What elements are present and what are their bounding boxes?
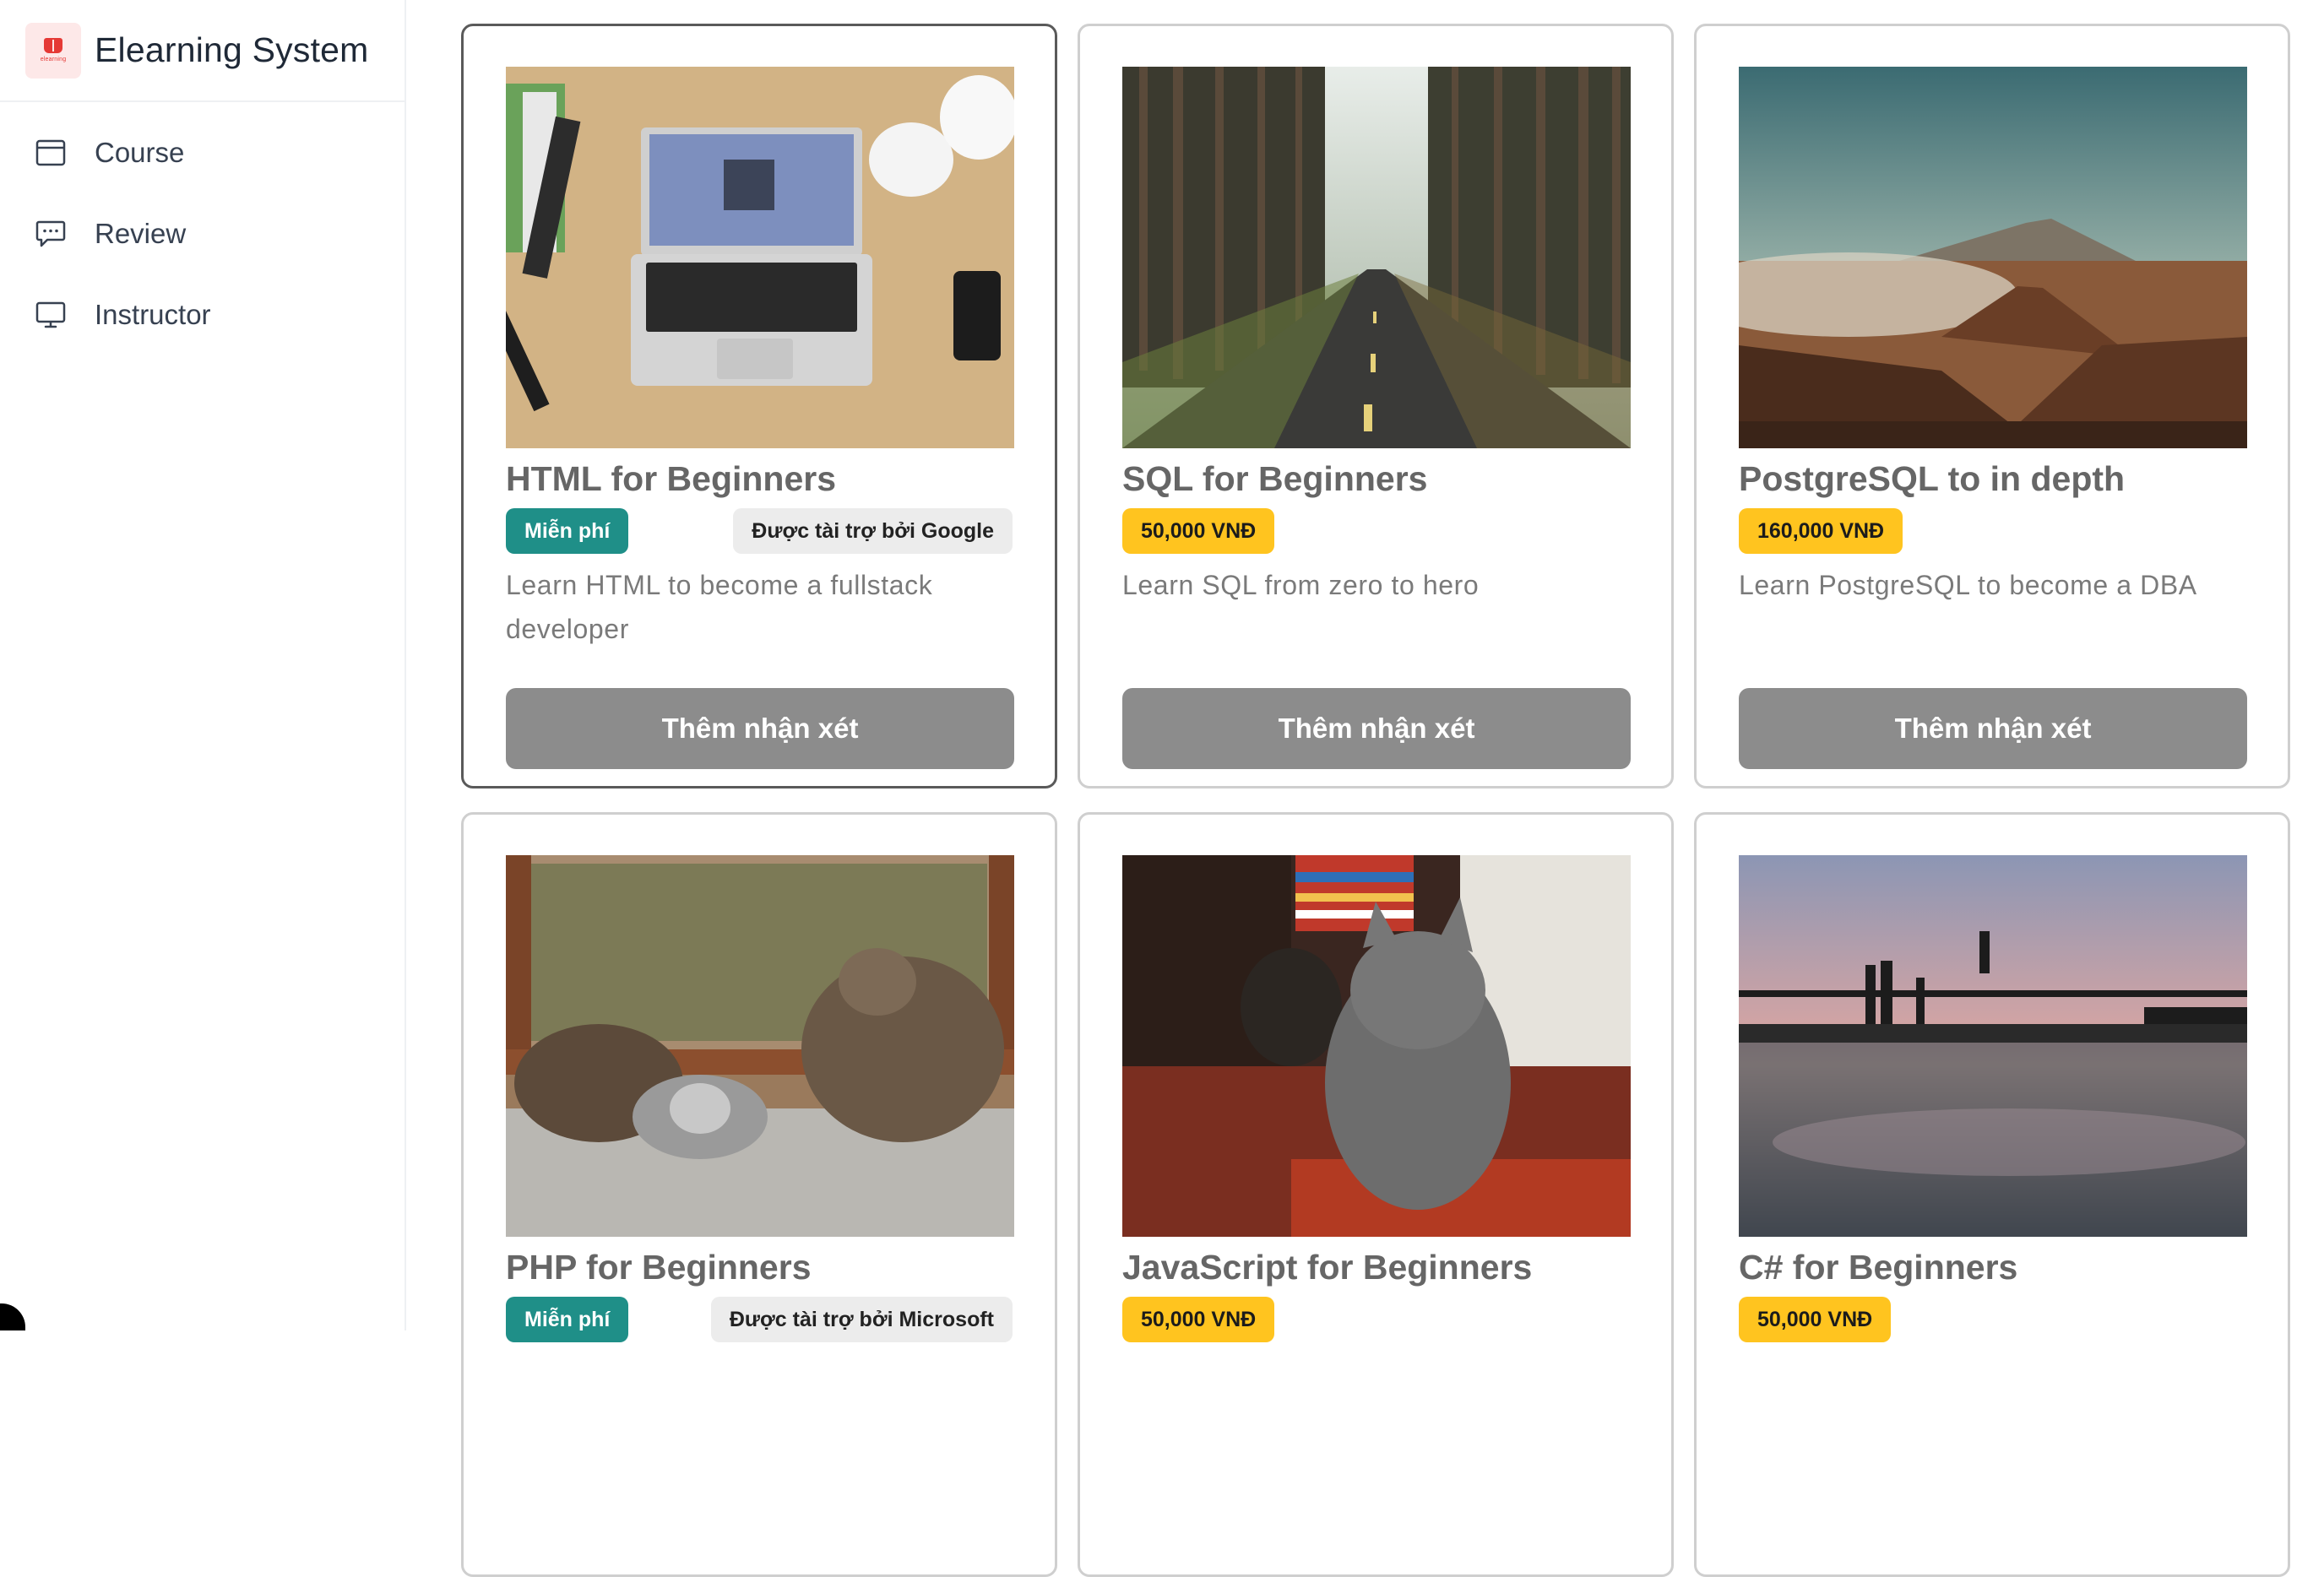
sidebar: elearning Elearning System Course Review… <box>0 0 406 1330</box>
price-badge: 160,000 VNĐ <box>1739 508 1903 554</box>
course-title: PostgreSQL to in depth <box>1739 459 2126 498</box>
badge-row: 50,000 VNĐ <box>1739 1296 2245 1343</box>
course-title: JavaScript for Beginners <box>1122 1248 1533 1287</box>
sidebar-item-label: Course <box>95 137 185 168</box>
course-title: HTML for Beginners <box>506 459 837 498</box>
course-image-laptop <box>506 67 1014 448</box>
price-badge: Miễn phí <box>506 1297 629 1342</box>
course-title: PHP for Beginners <box>506 1248 812 1287</box>
logo-wordmark: elearning <box>40 57 67 62</box>
course-card[interactable]: C# for Beginners 50,000 VNĐ <box>1694 812 2290 1577</box>
browser-window-icon <box>34 136 68 170</box>
badge-row: Miễn phí Được tài trợ bởi Microsoft <box>506 1296 1013 1343</box>
course-image-sunset-jump <box>1739 855 2247 1237</box>
badge-row: 160,000 VNĐ <box>1739 507 2245 555</box>
price-badge: 50,000 VNĐ <box>1122 508 1275 554</box>
course-card[interactable]: HTML for Beginners Miễn phí Được tài trợ… <box>461 24 1057 788</box>
course-image-volcano <box>1739 67 2247 448</box>
course-card[interactable]: PHP for Beginners Miễn phí Được tài trợ … <box>461 812 1057 1577</box>
chat-bubble-icon <box>34 217 68 251</box>
sidebar-item-review[interactable]: Review <box>0 193 405 274</box>
add-review-button[interactable]: Thêm nhận xét <box>1739 688 2247 769</box>
sidebar-item-instructor[interactable]: Instructor <box>0 274 405 355</box>
course-image-forest-road <box>1122 67 1631 448</box>
course-card[interactable]: SQL for Beginners 50,000 VNĐ Learn SQL f… <box>1078 24 1674 788</box>
course-card[interactable]: JavaScript for Beginners 50,000 VNĐ <box>1078 812 1674 1577</box>
sidebar-item-label: Instructor <box>95 299 211 330</box>
course-image-cats <box>506 855 1014 1237</box>
sidebar-item-course[interactable]: Course <box>0 112 405 193</box>
add-review-button[interactable]: Thêm nhận xét <box>1122 688 1631 769</box>
badge-row: 50,000 VNĐ <box>1122 1296 1629 1343</box>
course-description: Learn PostgreSQL to become a DBA <box>1739 570 2197 600</box>
course-title: SQL for Beginners <box>1122 459 1428 498</box>
app-title: Elearning System <box>95 30 369 69</box>
course-image-kitten <box>1122 855 1631 1237</box>
price-badge: 50,000 VNĐ <box>1739 1297 1892 1342</box>
brand-header: elearning Elearning System <box>0 0 405 102</box>
badge-row: 50,000 VNĐ <box>1122 507 1629 555</box>
sponsor-badge: Được tài trợ bởi Microsoft <box>710 1297 1013 1342</box>
course-grid: HTML for Beginners Miễn phí Được tài trợ… <box>432 0 2324 1577</box>
sidebar-item-label: Review <box>95 218 187 249</box>
sponsor-badge: Được tài trợ bởi Google <box>733 508 1013 554</box>
sidebar-nav: Course Review Instructor <box>0 102 405 355</box>
book-icon <box>44 38 62 53</box>
add-review-button[interactable]: Thêm nhận xét <box>506 688 1014 769</box>
course-description: Learn SQL from zero to hero <box>1122 570 1480 600</box>
course-description: Learn HTML to become a fullstack develop… <box>506 570 933 644</box>
monitor-icon <box>34 298 68 332</box>
badge-row: Miễn phí Được tài trợ bởi Google <box>506 507 1013 555</box>
course-title: C# for Beginners <box>1739 1248 2018 1287</box>
course-card[interactable]: PostgreSQL to in depth 160,000 VNĐ Learn… <box>1694 24 2290 788</box>
app-logo[interactable]: elearning <box>25 22 81 79</box>
price-badge: Miễn phí <box>506 508 629 554</box>
price-badge: 50,000 VNĐ <box>1122 1297 1275 1342</box>
